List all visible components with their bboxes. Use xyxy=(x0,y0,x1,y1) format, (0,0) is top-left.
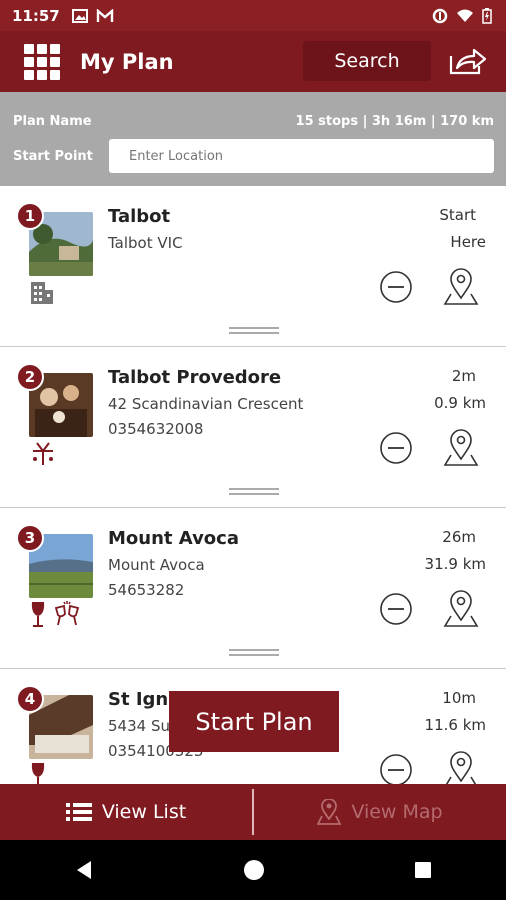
back-icon[interactable] xyxy=(73,859,95,881)
stop-time: 10m xyxy=(442,689,476,707)
stop-card[interactable]: 1 Talbot Talbot VIC Start Here xyxy=(0,186,506,347)
remove-stop-icon[interactable] xyxy=(380,754,412,784)
map-pin-icon[interactable] xyxy=(443,751,479,784)
stop-card[interactable]: 2 Talbot Provedore 42 Scandinavian Cresc… xyxy=(0,347,506,508)
home-icon[interactable] xyxy=(242,858,266,882)
stop-number: 1 xyxy=(16,202,44,230)
stop-number: 4 xyxy=(16,685,44,713)
stop-distance: 0.9 km xyxy=(434,394,486,412)
stop-name[interactable]: Talbot Provedore xyxy=(108,367,281,388)
stop-distance: 11.6 km xyxy=(424,716,486,734)
start-plan-button[interactable]: Start Plan xyxy=(169,691,339,752)
stop-phone: 54653282 xyxy=(108,581,185,599)
status-bar: 11:57 xyxy=(0,0,506,31)
stop-address: 42 Scandinavian Crescent xyxy=(108,395,304,413)
app-bar: My Plan Search xyxy=(0,31,506,92)
image-icon xyxy=(71,8,88,23)
stop-distance: 31.9 km xyxy=(424,555,486,573)
firework-icon xyxy=(33,442,53,465)
drag-handle[interactable] xyxy=(229,649,279,656)
plan-stats: 15 stops | 3h 16m | 170 km xyxy=(295,114,494,129)
search-button[interactable]: Search xyxy=(303,41,431,81)
menu-grid-icon[interactable] xyxy=(24,43,60,80)
stop-phone: 0354632008 xyxy=(108,420,204,438)
bottom-tab-bar: View List View Map xyxy=(0,784,506,840)
stop-time: 26m xyxy=(442,528,476,546)
share-icon[interactable] xyxy=(448,44,488,76)
system-nav-bar xyxy=(0,840,506,900)
cheers-icon xyxy=(54,601,80,626)
drag-handle[interactable] xyxy=(229,488,279,495)
start-location-input[interactable] xyxy=(109,139,494,173)
stop-address: Talbot VIC xyxy=(108,234,183,252)
remove-stop-icon[interactable] xyxy=(380,271,412,303)
remove-stop-icon[interactable] xyxy=(380,432,412,464)
stop-distance: Here xyxy=(450,233,486,251)
view-list-tab[interactable]: View List xyxy=(0,784,252,840)
map-pin-icon[interactable] xyxy=(443,429,479,467)
map-pin-icon[interactable] xyxy=(443,590,479,628)
recents-icon[interactable] xyxy=(413,860,433,880)
stop-address: 5434 Su xyxy=(108,717,170,735)
page-title: My Plan xyxy=(80,49,174,74)
view-list-label: View List xyxy=(101,801,187,823)
wifi-icon xyxy=(457,9,473,22)
view-map-label: View Map xyxy=(351,801,443,823)
building-icon xyxy=(31,282,53,304)
stop-number: 3 xyxy=(16,524,44,552)
stop-address: Mount Avoca xyxy=(108,556,205,574)
start-point-label: Start Point xyxy=(13,149,93,164)
view-map-tab[interactable]: View Map xyxy=(254,784,506,840)
wine-glass-icon xyxy=(31,763,45,784)
wine-glass-icon xyxy=(31,602,45,627)
remove-stop-icon[interactable] xyxy=(380,593,412,625)
stop-time: 2m xyxy=(451,367,476,385)
stop-name[interactable]: Mount Avoca xyxy=(108,528,239,549)
battery-icon xyxy=(482,7,492,24)
list-icon xyxy=(65,803,92,821)
map-pin-icon[interactable] xyxy=(443,268,479,306)
plan-info-bar: Plan Name 15 stops | 3h 16m | 170 km Sta… xyxy=(0,92,506,186)
plan-name-label: Plan Name xyxy=(13,114,92,129)
gmail-icon xyxy=(96,8,113,22)
stop-card[interactable]: 3 Mount Avoca Mount Avoca 54653282 26m 3… xyxy=(0,508,506,669)
map-pin-icon xyxy=(317,799,342,825)
data-saver-icon xyxy=(432,8,448,23)
drag-handle[interactable] xyxy=(229,327,279,334)
status-time: 11:57 xyxy=(12,6,60,25)
stop-number: 2 xyxy=(16,363,44,391)
stop-name[interactable]: Talbot xyxy=(108,206,170,227)
stop-time: Start xyxy=(439,206,476,224)
